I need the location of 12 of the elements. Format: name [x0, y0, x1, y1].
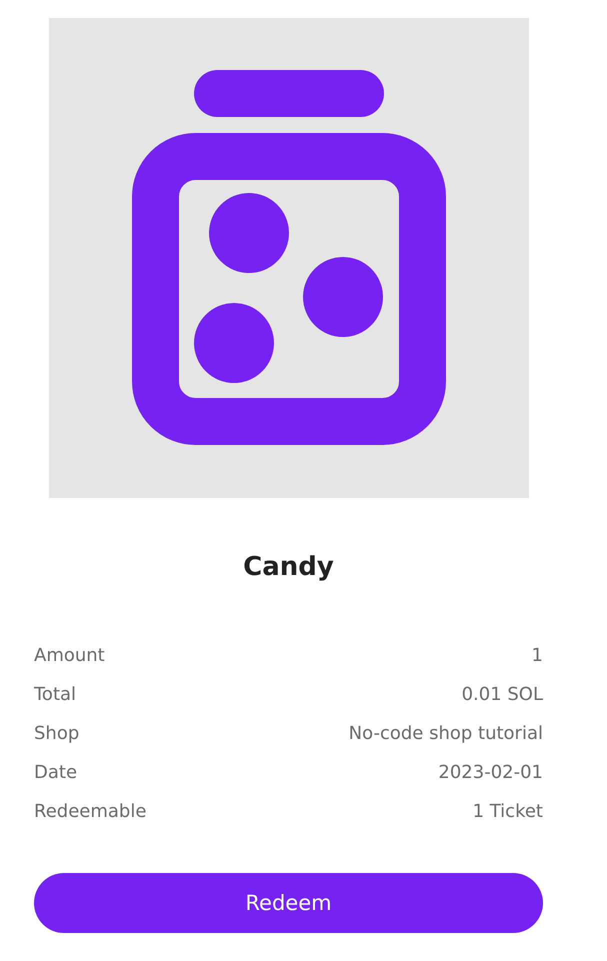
detail-label: Date: [34, 762, 78, 783]
detail-label: Shop: [34, 723, 80, 744]
detail-label: Redeemable: [34, 801, 146, 822]
detail-value: 0.01 SOL: [462, 684, 543, 705]
redeem-button[interactable]: Redeem: [34, 873, 543, 933]
detail-label: Amount: [34, 645, 105, 666]
detail-label: Total: [34, 684, 76, 705]
detail-value: 1: [532, 645, 543, 666]
detail-value: 2023-02-01: [438, 762, 543, 783]
product-title: Candy: [242, 551, 335, 584]
detail-value: No-code shop tutorial: [348, 723, 543, 744]
detail-value: 1 Ticket: [472, 801, 543, 822]
